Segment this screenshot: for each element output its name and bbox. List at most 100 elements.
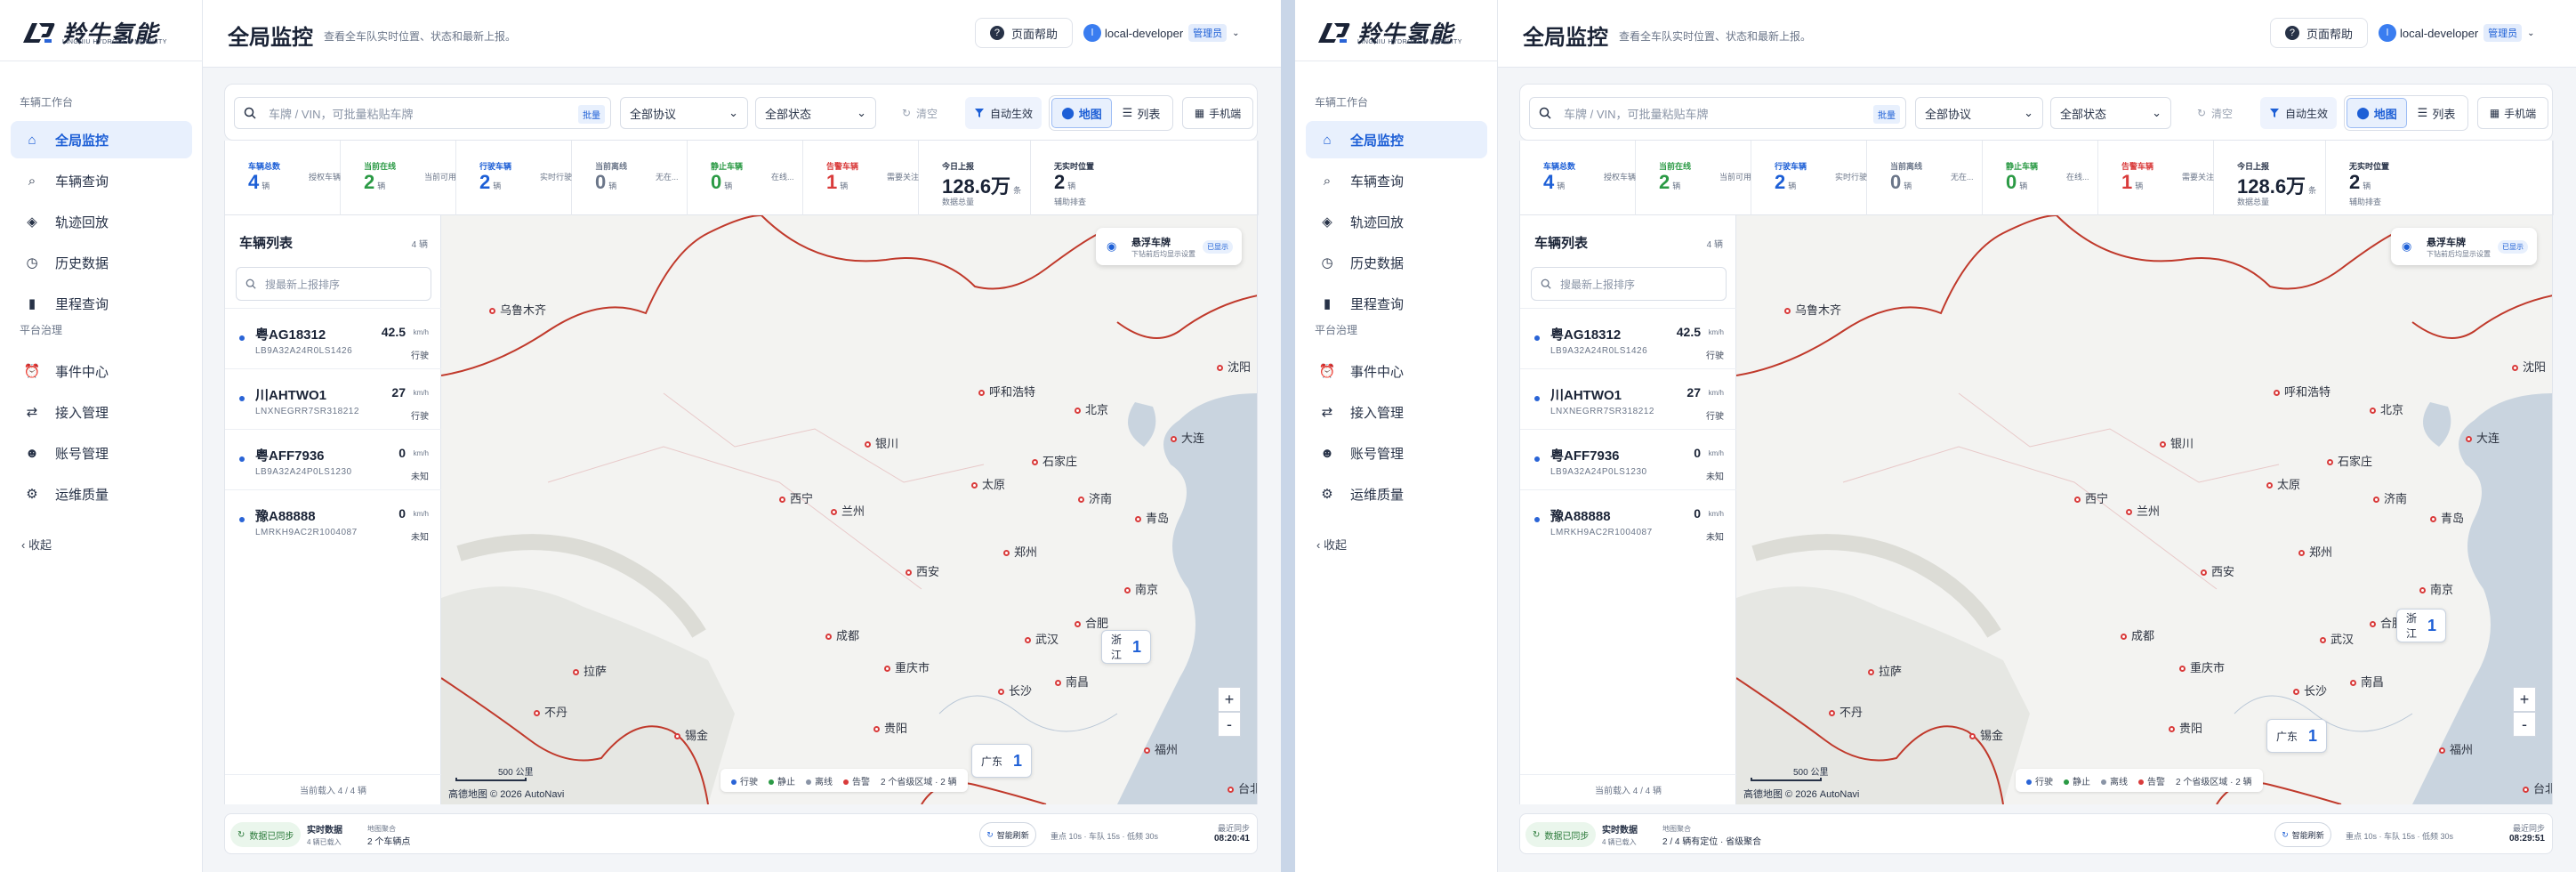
vehicle-list-title: 车辆列表 bbox=[1534, 236, 1589, 251]
vehicle-list-search[interactable]: 搜最新上报排序 bbox=[1531, 267, 1727, 301]
tab-map[interactable]: ⬤ 地图 bbox=[1051, 98, 1112, 128]
map-canvas[interactable]: 乌鲁木齐 呼和浩特 北京 大连 沈阳 银川 石家庄 太原 西宁 兰州 济南 青岛 郑州 西安 南京 合肥 成都重… bbox=[441, 215, 1258, 804]
sidebar-item-4[interactable]: ▮ 里程查询 bbox=[11, 285, 192, 322]
vehicle-list-title: 车辆列表 bbox=[239, 236, 294, 251]
sidebar-item-3[interactable]: ◷ 历史数据 bbox=[1306, 244, 1487, 281]
tab-list[interactable]: ☰ 列表 bbox=[1112, 98, 1171, 128]
sidebar-item-7[interactable]: ☻ 账号管理 bbox=[11, 434, 192, 472]
scope-title: 地图聚合 bbox=[367, 825, 396, 833]
floating-plate-card[interactable]: ◉ 悬浮车牌 下钻前后均显示设置 已显示 bbox=[2391, 228, 2537, 265]
stat-unit: 条 bbox=[2308, 186, 2317, 195]
sidebar-item-1[interactable]: ⌕ 车辆查询 bbox=[1306, 162, 1487, 199]
avatar: l bbox=[2379, 24, 2396, 42]
status-dot bbox=[1534, 517, 1540, 522]
map-canvas[interactable]: 乌鲁木齐 呼和浩特 北京 大连 沈阳 银川 石家庄 太原 西宁 兰州 济南 青岛 郑州 西安 南京 合肥 成都重… bbox=[1736, 215, 2553, 804]
city-label: 石家庄 bbox=[1032, 452, 1077, 469]
sidebar-item-label: 事件中心 bbox=[55, 364, 109, 380]
tab-map[interactable]: ⬤ 地图 bbox=[2347, 98, 2407, 128]
zoom-out-button[interactable]: - bbox=[1218, 712, 1241, 737]
city-name: 拉萨 bbox=[584, 665, 608, 678]
user-menu[interactable]: l local-developer 管理员 ⌄ bbox=[2379, 20, 2535, 46]
help-button[interactable]: ? 页面帮助 bbox=[2270, 18, 2368, 48]
vehicle-row[interactable]: 粤AG18312 LB9A32A24R0LS1426 42.5 km/h 行驶 bbox=[1520, 308, 1736, 368]
sidebar-item-0[interactable]: ⌂ 全局监控 bbox=[1306, 121, 1487, 158]
vehicle-plate: 豫A88888 bbox=[255, 509, 316, 524]
vehicle-row[interactable]: 粤AFF7936 LB9A32A24P0LS1230 0 km/h 未知 bbox=[1520, 429, 1736, 489]
sidebar-item-6[interactable]: ⇄ 接入管理 bbox=[1306, 393, 1487, 431]
sidebar-item-2[interactable]: ◈ 轨迹回放 bbox=[11, 203, 192, 240]
floating-plate-toggle[interactable]: 已显示 bbox=[2498, 240, 2528, 254]
sidebar-item-1[interactable]: ⌕ 车辆查询 bbox=[11, 162, 192, 199]
region-cluster[interactable]: 广东 1 bbox=[2266, 719, 2327, 753]
user-menu[interactable]: l local-developer 管理员 ⌄ bbox=[1083, 20, 1240, 46]
city-marker-icon bbox=[1135, 516, 1141, 523]
city-name: 拉萨 bbox=[1879, 665, 1903, 678]
home-icon: ⌂ bbox=[28, 132, 36, 148]
zoom-out-button[interactable]: - bbox=[2513, 712, 2536, 737]
vehicle-search-input[interactable]: 车牌 / VIN，可批量粘贴车牌 批量 bbox=[234, 97, 611, 129]
help-button[interactable]: ? 页面帮助 bbox=[975, 18, 1073, 48]
region-cluster[interactable]: 浙江 1 bbox=[1101, 630, 1151, 664]
batch-button[interactable]: 批量 bbox=[578, 105, 605, 124]
city-name: 呼和浩特 bbox=[2284, 385, 2331, 399]
stat-number: 2 bbox=[1775, 171, 1786, 193]
stat-value: 4辆 bbox=[248, 171, 270, 194]
clear-button[interactable]: ↻ 清空 bbox=[890, 97, 949, 129]
city-marker-icon bbox=[2439, 747, 2445, 755]
smart-refresh-button[interactable]: ↻ 智能刷新 bbox=[2274, 822, 2331, 847]
sync-status-badge: ↻ 数据已同步 bbox=[230, 822, 302, 847]
brand-subtitle: LINGNIU HYDROGEN MOBILITY bbox=[1357, 39, 1462, 45]
vehicle-row[interactable]: 川AHTWO1 LNXNEGRR7SR318212 27 km/h 行驶 bbox=[1520, 368, 1736, 429]
auto-apply-toggle[interactable]: 自动生效 bbox=[965, 97, 1042, 129]
auto-apply-toggle[interactable]: 自动生效 bbox=[2260, 97, 2337, 129]
sidebar-item-6[interactable]: ⇄ 接入管理 bbox=[11, 393, 192, 431]
city-name: 贵阳 bbox=[884, 722, 908, 735]
sidebar-item-8[interactable]: ⚙ 运维质量 bbox=[1306, 475, 1487, 513]
stat-unit: 辆 bbox=[377, 182, 386, 190]
mobile-button[interactable]: ▦ 手机端 bbox=[1182, 97, 1253, 129]
mobile-button[interactable]: ▦ 手机端 bbox=[2477, 97, 2548, 129]
status-select[interactable]: 全部状态 ⌄ bbox=[2050, 97, 2171, 129]
region-cluster[interactable]: 广东 1 bbox=[971, 744, 1032, 778]
floating-plate-card[interactable]: ◉ 悬浮车牌 下钻前后均显示设置 已显示 bbox=[1096, 228, 1242, 265]
batch-button[interactable]: 批量 bbox=[1873, 105, 1900, 124]
sidebar-item-0[interactable]: ⌂ 全局监控 bbox=[11, 121, 192, 158]
city-label: 拉萨 bbox=[1868, 662, 1902, 679]
last-sync-time: 08:20:41 bbox=[1213, 834, 1250, 844]
zoom-in-button[interactable]: + bbox=[1218, 687, 1241, 712]
city-label: 乌鲁木齐 bbox=[489, 301, 546, 318]
city-marker-icon bbox=[906, 569, 912, 577]
vehicle-list-search[interactable]: 搜最新上报排序 bbox=[236, 267, 431, 301]
vehicle-row[interactable]: 粤AG18312 LB9A32A24R0LS1426 42.5 km/h 行驶 bbox=[225, 308, 441, 368]
collapse-sidebar-button[interactable]: ‹ 收起 bbox=[1316, 536, 1347, 553]
sidebar-item-8[interactable]: ⚙ 运维质量 bbox=[11, 475, 192, 513]
vehicle-row[interactable]: 粤AFF7936 LB9A32A24P0LS1230 0 km/h 未知 bbox=[225, 429, 441, 489]
protocol-select[interactable]: 全部协议 ⌄ bbox=[1915, 97, 2043, 129]
vehicle-row[interactable]: 豫A88888 LMRKH9AC2R1004087 0 km/h 未知 bbox=[225, 489, 441, 550]
city-label: 南京 bbox=[2419, 580, 2453, 597]
sidebar-item-5[interactable]: ⏰ 事件中心 bbox=[1306, 352, 1487, 390]
sidebar-item-5[interactable]: ⏰ 事件中心 bbox=[11, 352, 192, 390]
smart-refresh-button[interactable]: ↻ 智能刷新 bbox=[979, 822, 1036, 847]
sidebar-item-4[interactable]: ▮ 里程查询 bbox=[1306, 285, 1487, 322]
tab-list[interactable]: ☰ 列表 bbox=[2407, 98, 2466, 128]
stat-desc: 无在... bbox=[1951, 173, 1974, 182]
vehicle-row[interactable]: 豫A88888 LMRKH9AC2R1004087 0 km/h 未知 bbox=[1520, 489, 1736, 550]
access-icon: ⇄ bbox=[1321, 405, 1333, 420]
region-cluster[interactable]: 浙江 1 bbox=[2396, 609, 2446, 642]
sidebar-item-2[interactable]: ◈ 轨迹回放 bbox=[1306, 203, 1487, 240]
protocol-select[interactable]: 全部协议 ⌄ bbox=[620, 97, 748, 129]
city-name: 南昌 bbox=[1066, 675, 1090, 689]
sidebar-item-3[interactable]: ◷ 历史数据 bbox=[11, 244, 192, 281]
clear-button[interactable]: ↻ 清空 bbox=[2186, 97, 2244, 129]
floating-plate-toggle[interactable]: 已显示 bbox=[1203, 240, 1233, 254]
route-icon: ◈ bbox=[1322, 214, 1332, 230]
stat-desc: 在线... bbox=[2066, 173, 2089, 182]
collapse-sidebar-button[interactable]: ‹ 收起 bbox=[21, 536, 52, 553]
vehicle-state: 未知 bbox=[1706, 472, 1724, 482]
sidebar-item-7[interactable]: ☻ 账号管理 bbox=[1306, 434, 1487, 472]
zoom-in-button[interactable]: + bbox=[2513, 687, 2536, 712]
vehicle-row[interactable]: 川AHTWO1 LNXNEGRR7SR318212 27 km/h 行驶 bbox=[225, 368, 441, 429]
vehicle-search-input[interactable]: 车牌 / VIN，可批量粘贴车牌 批量 bbox=[1529, 97, 1906, 129]
status-select[interactable]: 全部状态 ⌄ bbox=[755, 97, 876, 129]
